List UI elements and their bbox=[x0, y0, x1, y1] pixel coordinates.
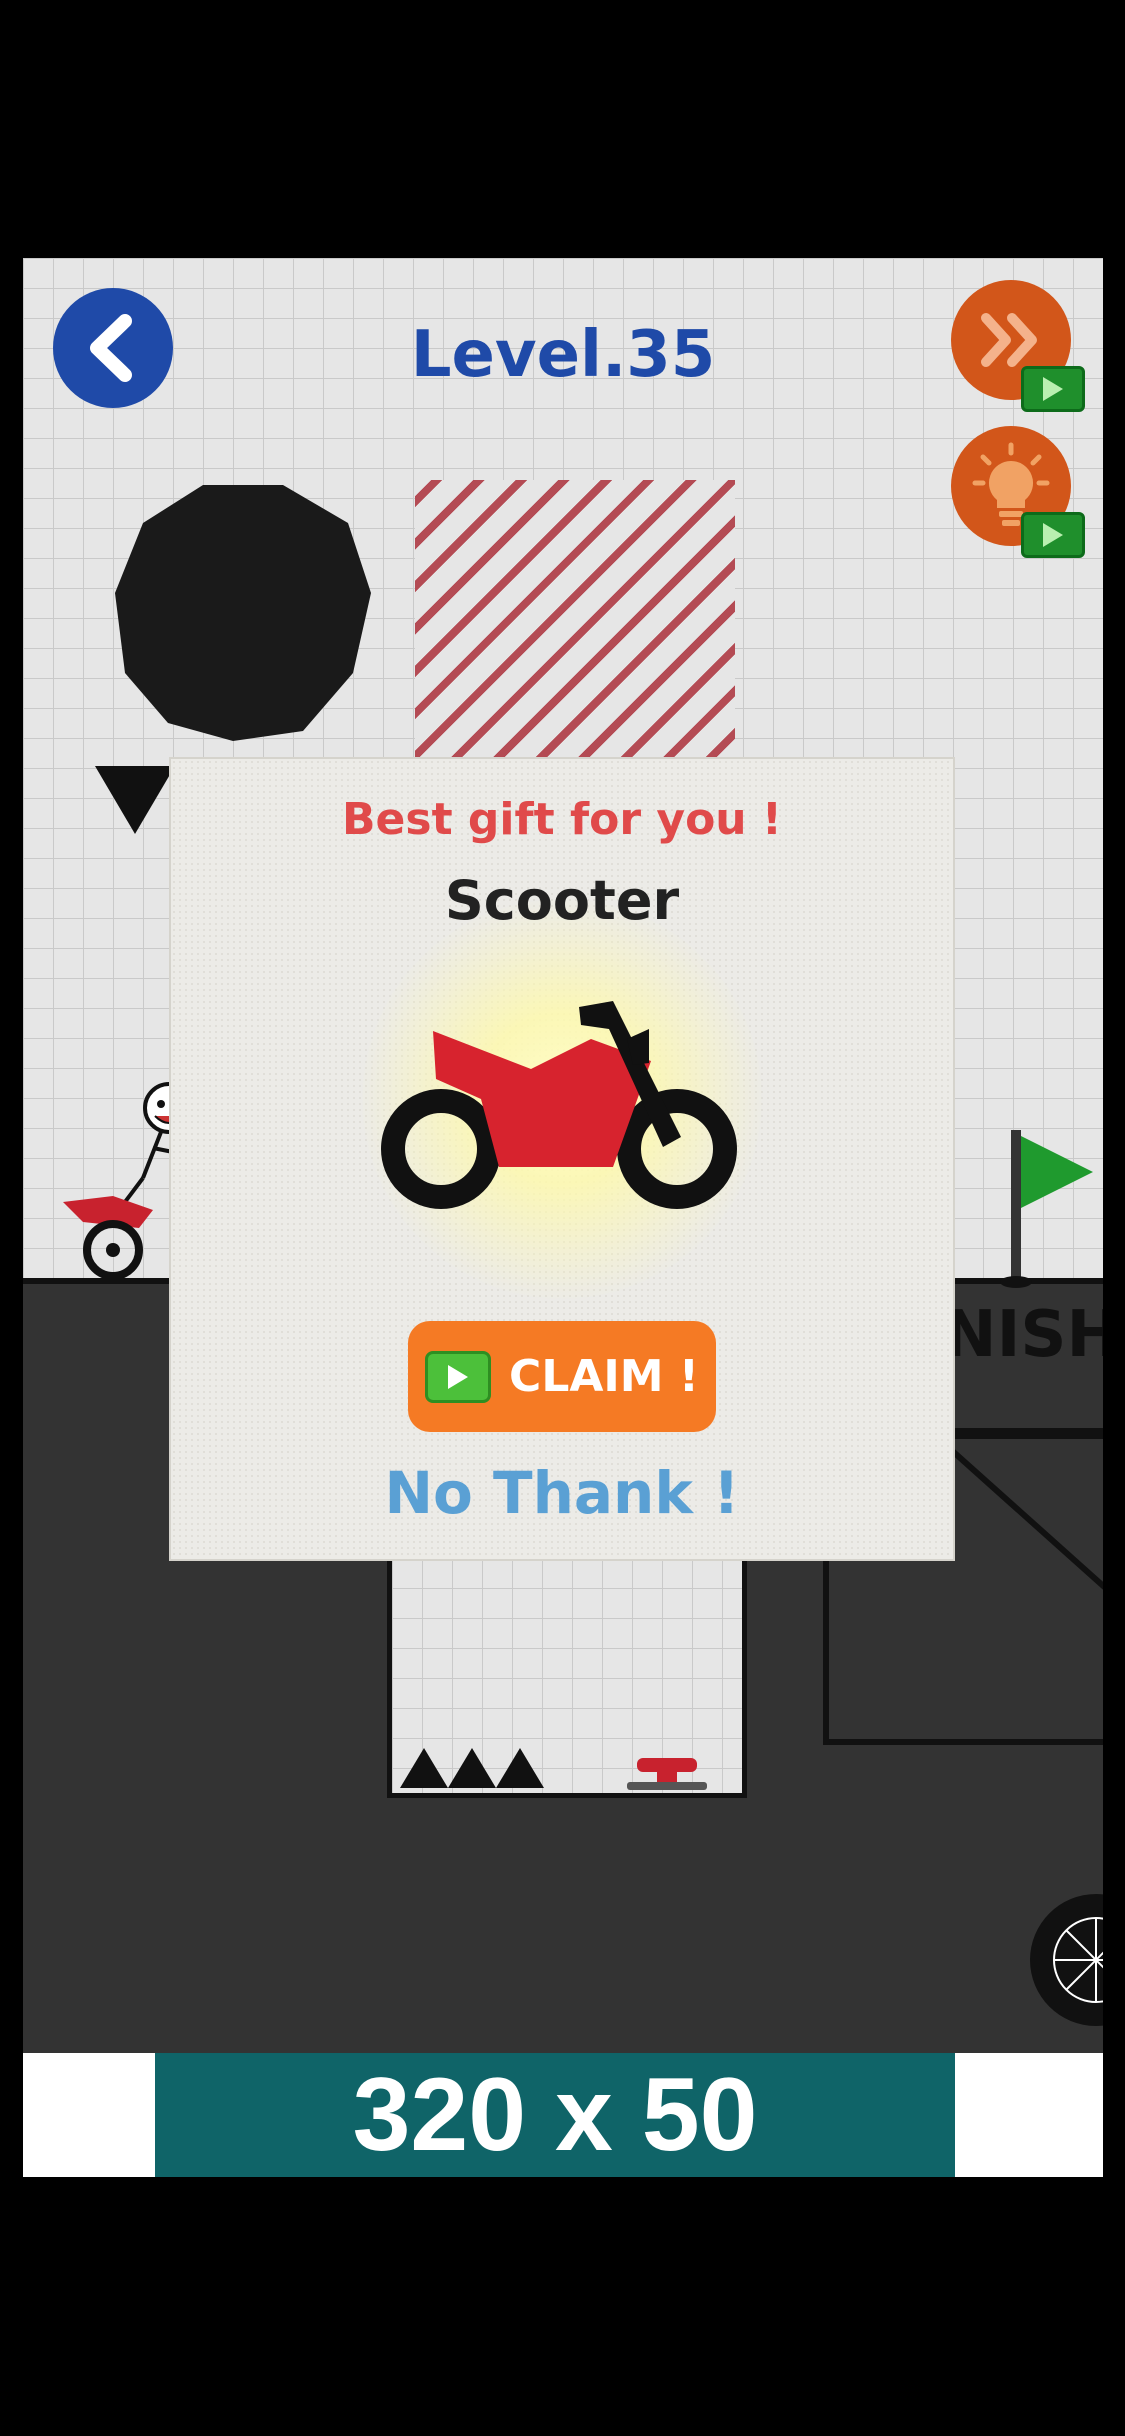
claim-button[interactable]: CLAIM ! bbox=[408, 1321, 716, 1432]
finish-label: NISH bbox=[943, 1298, 1103, 1372]
decline-link[interactable]: No Thank ! bbox=[171, 1459, 953, 1527]
claim-button-label: CLAIM ! bbox=[509, 1351, 699, 1402]
spike-pit bbox=[387, 1558, 747, 1798]
finish-flag-icon bbox=[1000, 1130, 1093, 1288]
hazard-zone bbox=[415, 480, 735, 770]
dialog-subtitle: Best gift for you ! bbox=[342, 794, 782, 845]
play-icon bbox=[425, 1350, 492, 1403]
spike-triangle bbox=[95, 766, 175, 834]
wheel-icon bbox=[1030, 1894, 1103, 2026]
floor-spikes bbox=[400, 1748, 544, 1788]
ad-banner-label: 320 x 50 bbox=[155, 2053, 955, 2177]
gift-dialog: Best gift for you ! Scooter CLAIM ! No T… bbox=[171, 759, 953, 1559]
level-title: Level.35 bbox=[410, 318, 716, 392]
rolling-boulder bbox=[115, 485, 371, 741]
gift-item-name: Scooter bbox=[444, 869, 680, 932]
ad-banner[interactable]: 320 x 50 bbox=[23, 2053, 1103, 2177]
play-icon bbox=[1021, 366, 1085, 412]
motorbike-icon bbox=[381, 1001, 737, 1209]
play-icon bbox=[1021, 512, 1085, 558]
skip-level-button[interactable] bbox=[951, 280, 1085, 412]
double-chevron-right-icon bbox=[981, 313, 1037, 367]
hint-button[interactable] bbox=[951, 426, 1085, 558]
trigger-button[interactable] bbox=[627, 1756, 707, 1792]
